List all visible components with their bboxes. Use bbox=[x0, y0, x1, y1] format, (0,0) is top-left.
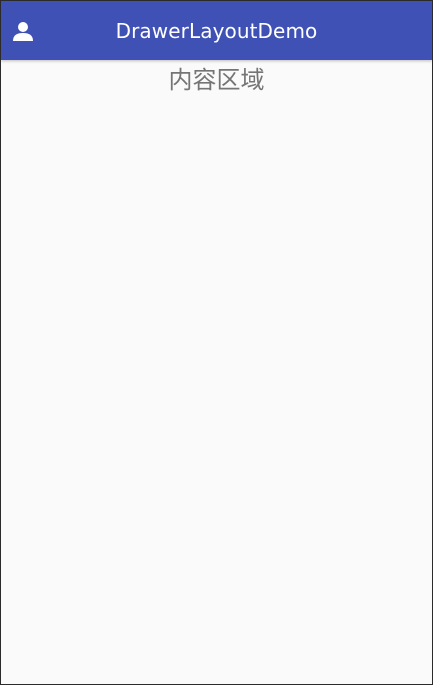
content-area-label: 内容区域 bbox=[168, 66, 265, 94]
content-area: 内容区域 bbox=[1, 60, 432, 684]
app-toolbar: DrawerLayoutDemo bbox=[1, 1, 432, 60]
app-screen: DrawerLayoutDemo 内容区域 bbox=[1, 1, 432, 684]
toolbar-title: DrawerLayoutDemo bbox=[115, 19, 318, 43]
